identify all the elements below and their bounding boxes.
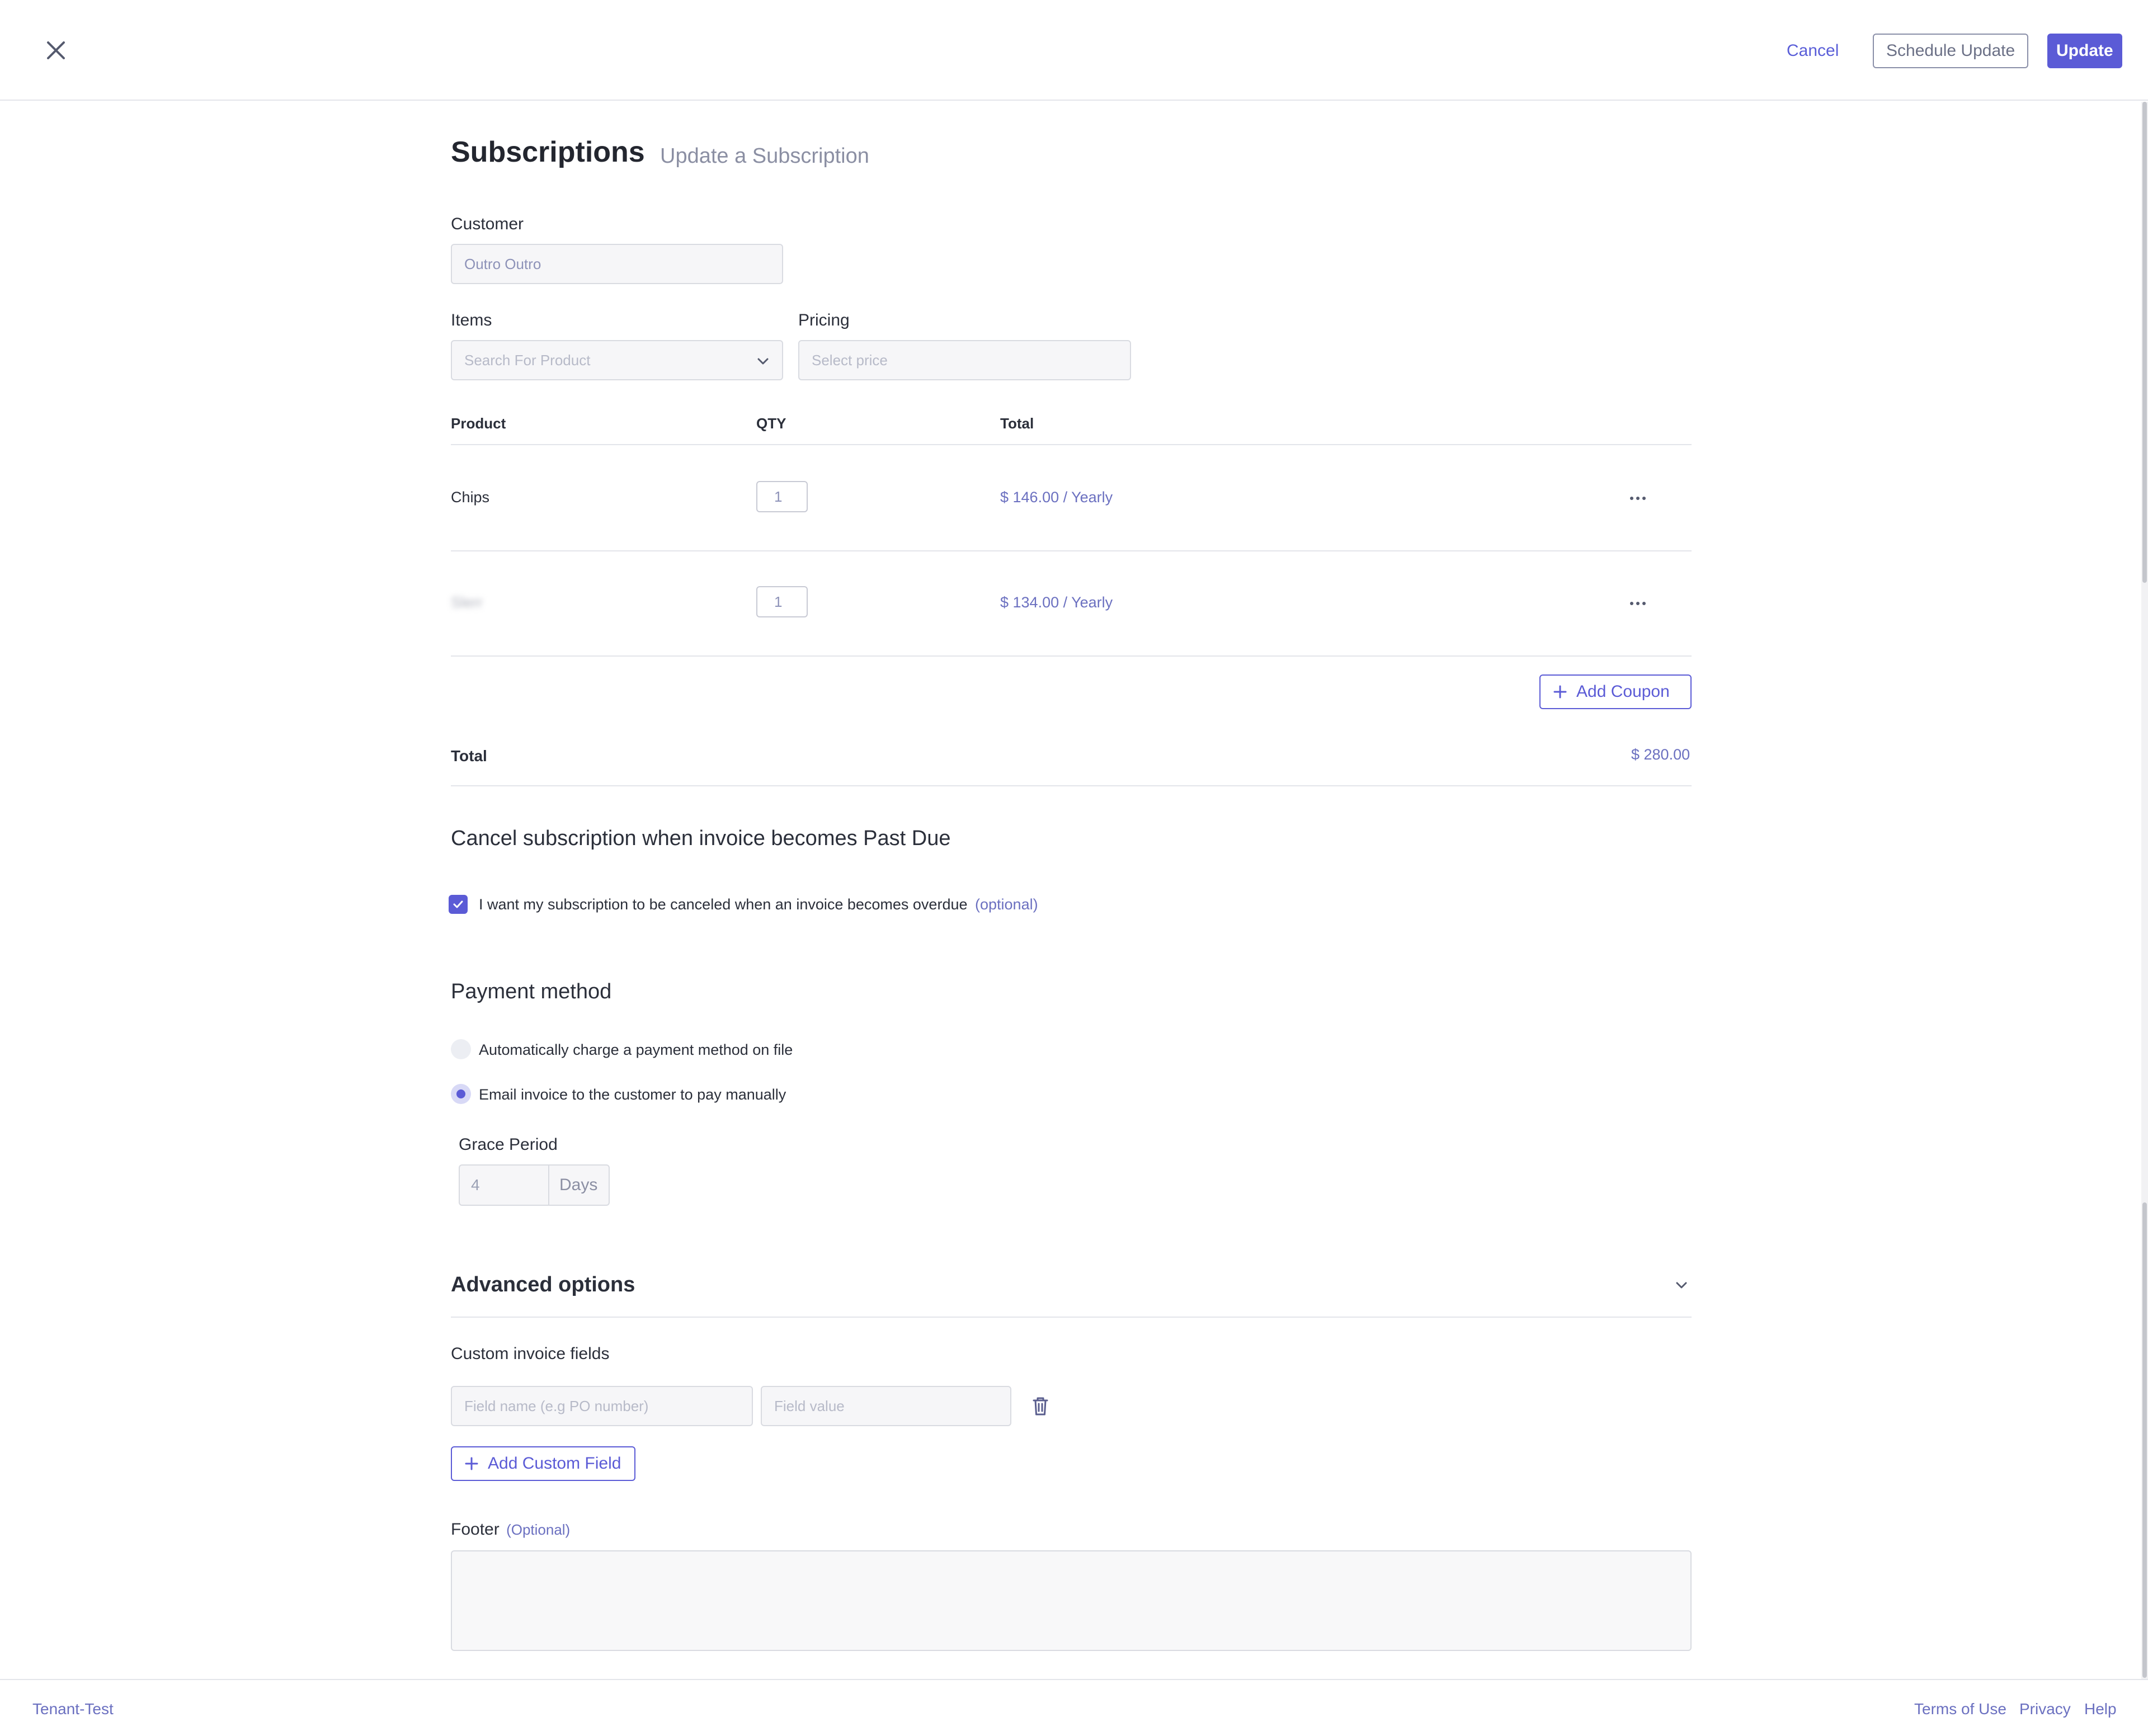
page-footer — [0, 1679, 2148, 1736]
row-divider — [451, 550, 1692, 551]
column-header-product: Product — [451, 415, 506, 432]
cancel-overdue-checkbox[interactable] — [449, 895, 468, 914]
quantity-input[interactable]: 1 — [756, 481, 808, 512]
custom-field-name-input[interactable]: Field name (e.g PO number) — [451, 1386, 753, 1426]
payment-method-title: Payment method — [451, 980, 612, 1003]
customer-input[interactable]: Outro Outro — [451, 244, 783, 284]
customer-value: Outro Outro — [464, 255, 541, 272]
page-subtitle: Update a Subscription — [660, 144, 869, 168]
cancel-overdue-text: I want my subscription to be canceled wh… — [479, 896, 968, 913]
total-divider — [451, 785, 1692, 786]
radio-email-invoice-label: Email invoice to the customer to pay man… — [479, 1086, 786, 1103]
footer-field-label-text: Footer — [451, 1520, 500, 1539]
price-select-placeholder: Select price — [812, 351, 888, 369]
pricing-label: Pricing — [798, 311, 850, 329]
footer-field-label: Footer (Optional) — [451, 1520, 570, 1539]
custom-field-value-placeholder: Field value — [774, 1397, 845, 1414]
radio-email-invoice[interactable] — [451, 1084, 471, 1104]
total-value: $ 280.00 — [1631, 746, 1690, 763]
plus-icon — [465, 1457, 478, 1470]
column-header-qty: QTY — [756, 415, 786, 432]
add-coupon-button[interactable]: Add Coupon — [1539, 674, 1692, 709]
add-custom-field-button[interactable]: Add Custom Field — [451, 1446, 635, 1481]
product-name: Slerr — [451, 594, 483, 611]
customer-label: Customer — [451, 215, 524, 233]
optional-badge: (Optional) — [506, 1521, 571, 1538]
custom-field-name-placeholder: Field name (e.g PO number) — [464, 1397, 649, 1414]
advanced-options-title[interactable]: Advanced options — [451, 1273, 635, 1297]
cancel-section-title: Cancel subscription when invoice becomes… — [451, 827, 951, 850]
quantity-input[interactable]: 1 — [756, 586, 808, 617]
product-search-placeholder: Search For Product — [464, 351, 591, 369]
custom-fields-label: Custom invoice fields — [451, 1345, 610, 1363]
trash-icon[interactable] — [1029, 1395, 1052, 1420]
radio-auto-charge-label: Automatically charge a payment method on… — [479, 1041, 793, 1058]
row-more-options-icon[interactable] — [1624, 595, 1652, 612]
terms-of-use-link[interactable]: Terms of Use — [1914, 1700, 2006, 1718]
custom-field-value-input[interactable]: Field value — [761, 1386, 1011, 1426]
close-icon[interactable] — [40, 35, 72, 66]
row-divider — [451, 655, 1692, 657]
scrollbar-thumb-secondary[interactable] — [2142, 1202, 2147, 1678]
column-header-total: Total — [1000, 415, 1034, 432]
scrollbar-thumb[interactable] — [2142, 102, 2147, 583]
grace-period-unit: Days — [559, 1176, 598, 1194]
product-search-select[interactable]: Search For Product — [451, 340, 783, 380]
help-link[interactable]: Help — [2084, 1700, 2117, 1718]
radio-auto-charge[interactable] — [451, 1039, 471, 1059]
top-bar: Cancel Schedule Update Update — [0, 0, 2148, 101]
grace-period-label: Grace Period — [459, 1135, 558, 1154]
total-label: Total — [451, 747, 487, 765]
cancel-overdue-label: I want my subscription to be canceled wh… — [479, 896, 1038, 913]
tenant-name[interactable]: Tenant-Test — [32, 1700, 114, 1718]
row-total: $ 134.00 / Yearly — [1000, 594, 1113, 611]
cancel-button[interactable]: Cancel — [1787, 34, 1839, 68]
plus-icon — [1553, 685, 1567, 699]
schedule-update-button[interactable]: Schedule Update — [1873, 34, 2029, 68]
row-more-options-icon[interactable] — [1624, 490, 1652, 507]
chevron-down-icon[interactable] — [1674, 1277, 1689, 1296]
chevron-down-icon — [755, 353, 771, 373]
price-select[interactable]: Select price — [798, 340, 1131, 380]
update-button[interactable]: Update — [2047, 34, 2122, 68]
product-name: Chips — [451, 489, 490, 506]
table-header-divider — [451, 444, 1692, 445]
privacy-link[interactable]: Privacy — [2019, 1700, 2071, 1718]
page-title: Subscriptions — [451, 136, 645, 168]
row-total: $ 146.00 / Yearly — [1000, 489, 1113, 506]
items-label: Items — [451, 311, 492, 329]
grace-period-input[interactable]: 4 — [460, 1166, 549, 1205]
footer-textarea[interactable] — [451, 1550, 1692, 1651]
grace-period-field: 4 Days — [459, 1164, 610, 1206]
advanced-divider — [451, 1317, 1692, 1318]
add-coupon-label: Add Coupon — [1576, 682, 1670, 701]
optional-badge: (optional) — [975, 896, 1038, 913]
add-custom-field-label: Add Custom Field — [488, 1454, 621, 1473]
check-icon — [453, 900, 463, 908]
